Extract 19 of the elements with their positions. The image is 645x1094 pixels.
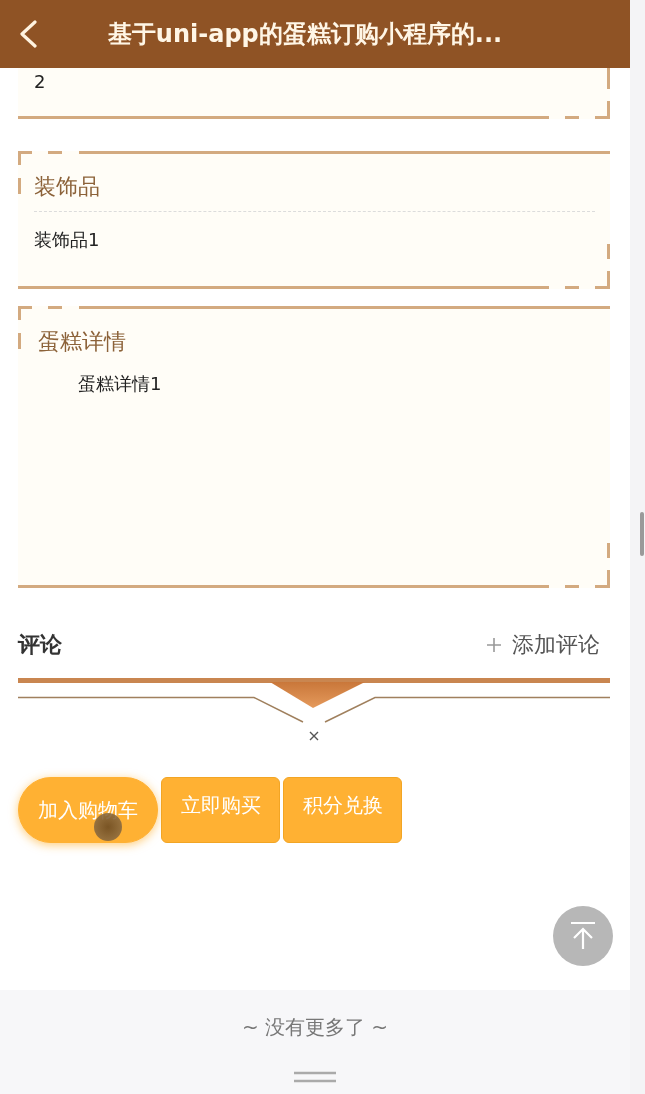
section-title: 装饰品 (34, 173, 100, 201)
section-value: 2 (34, 70, 46, 94)
detail-text: 蛋糕详情1 (78, 372, 162, 396)
scrollbar-thumb[interactable] (640, 512, 644, 556)
add-comment-button[interactable]: 添加评论 (486, 630, 600, 660)
plus-icon (486, 637, 502, 653)
action-button[interactable]: 立即购买 (161, 777, 280, 843)
comments-heading: 评论 (18, 631, 62, 659)
add-to-cart-button[interactable]: 加入购物车 (18, 777, 158, 843)
back-to-top-button[interactable] (553, 906, 613, 966)
end-of-list-text: ~ 没有更多了 ~ (241, 1015, 389, 1039)
section-value: 装饰品1 (34, 228, 100, 252)
back-icon[interactable] (18, 20, 38, 48)
page-title: 基于uni-app的蛋糕订购小程序的... (106, 19, 504, 50)
handle-icon[interactable] (293, 1071, 337, 1083)
action-button[interactable]: 积分兑换 (283, 777, 402, 843)
section-title: 蛋糕详情 (38, 328, 126, 356)
cross-icon[interactable] (309, 731, 319, 741)
arrow-up-icon (568, 921, 598, 951)
